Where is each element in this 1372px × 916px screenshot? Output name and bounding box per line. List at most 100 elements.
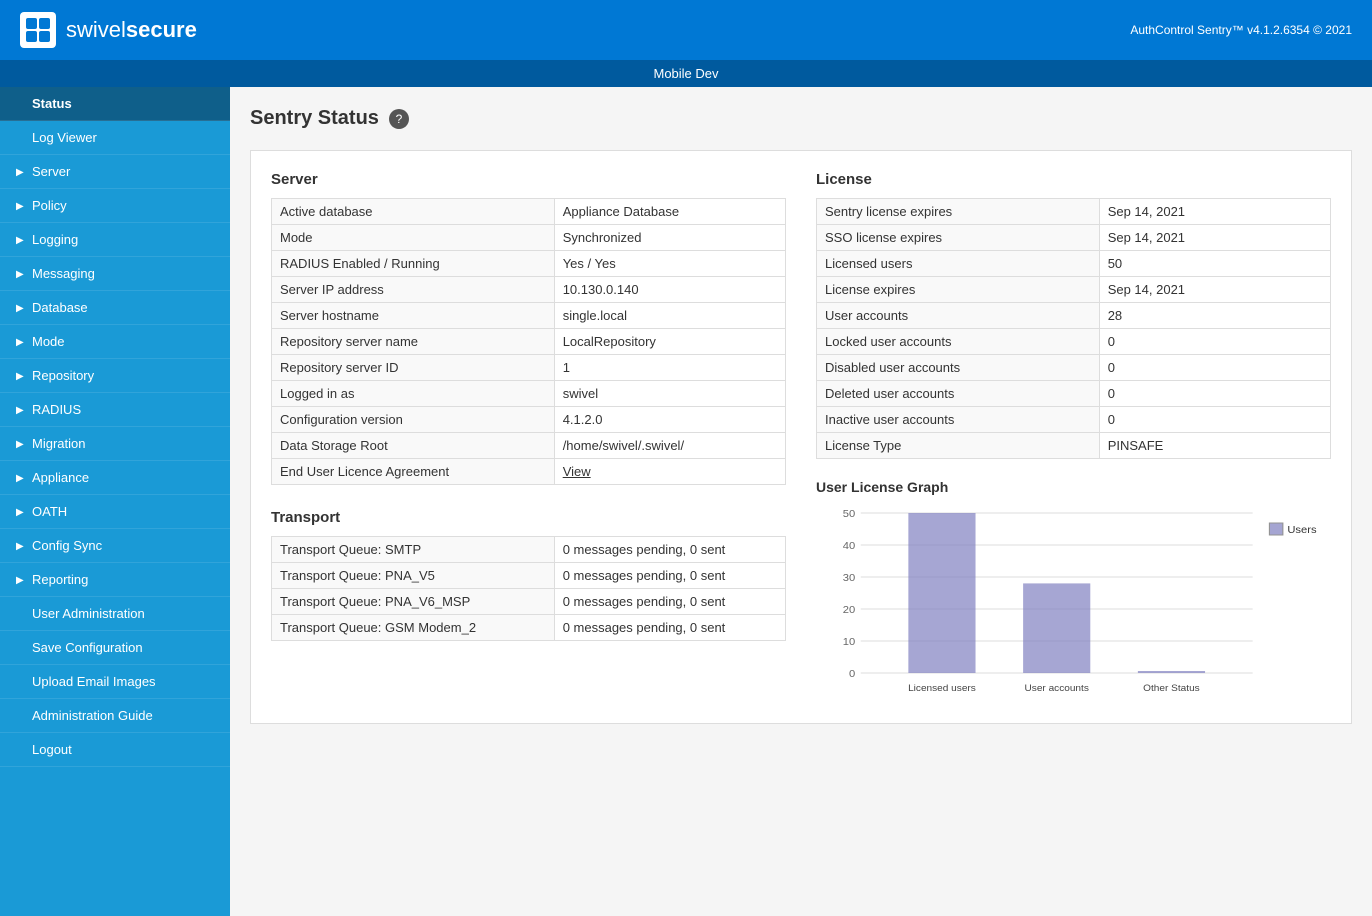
row-value: 0 (1099, 329, 1330, 355)
sidebar-label: User Administration (32, 606, 145, 621)
row-label: Data Storage Root (272, 433, 555, 459)
table-row: Transport Queue: GSM Modem_20 messages p… (272, 615, 786, 641)
sidebar-label: Log Viewer (32, 130, 97, 145)
sidebar-item-logging[interactable]: ▶Logging (0, 223, 230, 257)
sidebar-label: OATH (32, 504, 67, 519)
row-label: Active database (272, 199, 555, 225)
sidebar-item-radius[interactable]: ▶RADIUS (0, 393, 230, 427)
row-value: 0 messages pending, 0 sent (554, 537, 785, 563)
sidebar-item-database[interactable]: ▶Database (0, 291, 230, 325)
row-value: Yes / Yes (554, 251, 785, 277)
table-row: User accounts28 (817, 303, 1331, 329)
sidebar-item-config-sync[interactable]: ▶Config Sync (0, 529, 230, 563)
table-row: Repository server nameLocalRepository (272, 329, 786, 355)
row-value: LocalRepository (554, 329, 785, 355)
row-value[interactable]: View (554, 459, 785, 485)
sidebar-item-appliance[interactable]: ▶ Appliance (0, 461, 230, 495)
arrow-icon: ▶ (16, 167, 26, 177)
help-icon[interactable]: ? (389, 109, 409, 129)
row-label: Licensed users (817, 251, 1100, 277)
sidebar-item-log-viewer[interactable]: Log Viewer (0, 121, 230, 155)
arrow-icon: ▶ (16, 541, 26, 551)
row-label[interactable]: Locked user accounts (817, 329, 1100, 355)
row-value: Appliance Database (554, 199, 785, 225)
table-row: Transport Queue: PNA_V6_MSP0 messages pe… (272, 589, 786, 615)
row-label: End User Licence Agreement (272, 459, 555, 485)
row-value: 0 messages pending, 0 sent (554, 615, 785, 641)
sidebar-item-user-administration[interactable]: User Administration (0, 597, 230, 631)
sidebar-item-reporting[interactable]: ▶ Reporting (0, 563, 230, 597)
row-value: 4.1.2.0 (554, 407, 785, 433)
logo-icon (20, 12, 56, 48)
table-row: Server hostnamesingle.local (272, 303, 786, 329)
row-value: 0 (1099, 355, 1330, 381)
row-label: Server hostname (272, 303, 555, 329)
server-section-title: Server (271, 171, 786, 188)
row-value: Sep 14, 2021 (1099, 225, 1330, 251)
transport-section: Transport Transport Queue: SMTP0 message… (271, 509, 786, 641)
row-label[interactable]: Disabled user accounts (817, 355, 1100, 381)
sidebar-item-mode[interactable]: ▶Mode (0, 325, 230, 359)
sidebar-label: Logout (32, 742, 72, 757)
sidebar-item-logout[interactable]: Logout (0, 733, 230, 767)
page-title: Sentry Status (250, 107, 379, 130)
logo-area: swivelsecure (20, 12, 197, 48)
row-label: Logged in as (272, 381, 555, 407)
table-row: Active databaseAppliance Database (272, 199, 786, 225)
row-value: 0 messages pending, 0 sent (554, 589, 785, 615)
sidebar-item-migration[interactable]: ▶Migration (0, 427, 230, 461)
sidebar-item-administration-guide[interactable]: Administration Guide (0, 699, 230, 733)
sidebar-label: Messaging (32, 266, 95, 281)
svg-text:Other Status: Other Status (1143, 683, 1200, 693)
row-label: Mode (272, 225, 555, 251)
sidebar-label: Repository (32, 368, 94, 383)
app-name: swivelsecure (66, 17, 197, 43)
svg-text:User accounts: User accounts (1025, 683, 1090, 693)
arrow-icon: ▶ (16, 575, 26, 585)
sidebar-label: Server (32, 164, 70, 179)
sidebar-item-oath[interactable]: ▶OATH (0, 495, 230, 529)
sidebar-item-policy[interactable]: ▶Policy (0, 189, 230, 223)
sidebar-item-repository[interactable]: ▶Repository (0, 359, 230, 393)
row-value: 1 (554, 355, 785, 381)
arrow-icon: ▶ (16, 405, 26, 415)
table-row: Transport Queue: SMTP0 messages pending,… (272, 537, 786, 563)
sidebar-label: Status (32, 96, 72, 111)
sidebar-label: Migration (32, 436, 85, 451)
row-value: Sep 14, 2021 (1099, 277, 1330, 303)
sidebar-label: Upload Email Images (32, 674, 156, 689)
row-value: single.local (554, 303, 785, 329)
main-content: Sentry Status ? Server Active databaseAp… (230, 87, 1372, 916)
sidebar: StatusLog Viewer▶Server▶Policy▶Logging▶M… (0, 87, 230, 916)
row-label: Repository server ID (272, 355, 555, 381)
right-column: License Sentry license expiresSep 14, 20… (816, 171, 1331, 703)
sidebar-item-upload-email-images[interactable]: Upload Email Images (0, 665, 230, 699)
license-section-title: License (816, 171, 1331, 188)
instance-bar: Mobile Dev (0, 60, 1372, 87)
row-label: Transport Queue: GSM Modem_2 (272, 615, 555, 641)
row-label: Configuration version (272, 407, 555, 433)
sidebar-label: Reporting (32, 572, 88, 587)
arrow-icon: ▶ (16, 303, 26, 313)
transport-section-title: Transport (271, 509, 786, 526)
table-row: Locked user accounts0 (817, 329, 1331, 355)
sidebar-item-messaging[interactable]: ▶ Messaging (0, 257, 230, 291)
row-label[interactable]: Inactive user accounts (817, 407, 1100, 433)
table-row: Deleted user accounts0 (817, 381, 1331, 407)
sidebar-item-status[interactable]: Status (0, 87, 230, 121)
arrow-icon: ▶ (16, 201, 26, 211)
table-row: RADIUS Enabled / RunningYes / Yes (272, 251, 786, 277)
row-label: Sentry license expires (817, 199, 1100, 225)
row-value: 28 (1099, 303, 1330, 329)
arrow-icon: ▶ (16, 473, 26, 483)
sidebar-item-save-configuration[interactable]: Save Configuration (0, 631, 230, 665)
sidebar-item-server[interactable]: ▶ Server (0, 155, 230, 189)
arrow-icon: ▶ (16, 269, 26, 279)
row-label[interactable]: Deleted user accounts (817, 381, 1100, 407)
table-row: Configuration version4.1.2.0 (272, 407, 786, 433)
svg-text:10: 10 (843, 637, 856, 648)
sidebar-label: Appliance (32, 470, 89, 485)
row-value: 50 (1099, 251, 1330, 277)
svg-text:20: 20 (843, 605, 856, 616)
row-label: Transport Queue: SMTP (272, 537, 555, 563)
